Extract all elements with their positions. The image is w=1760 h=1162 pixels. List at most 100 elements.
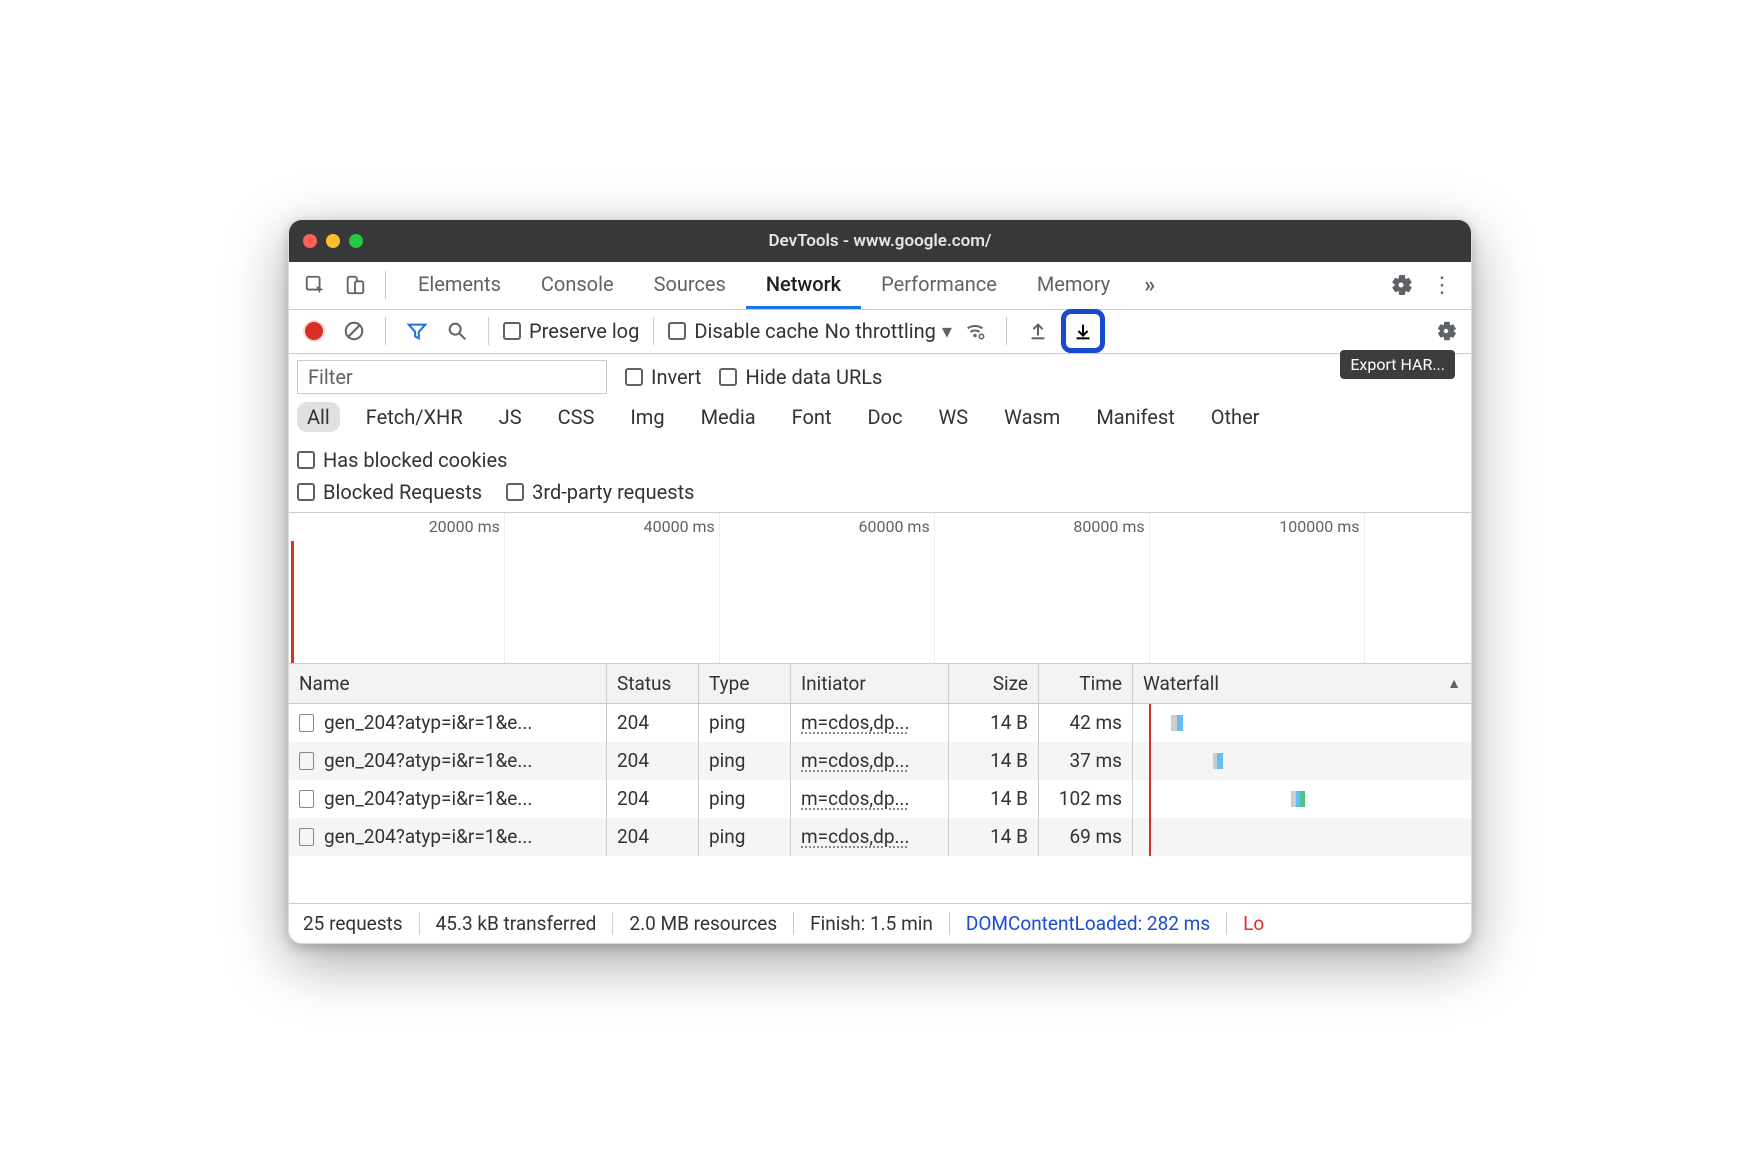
requests-table: Name Status Type Initiator Size Time Wat… bbox=[289, 664, 1471, 903]
disable-cache-checkbox[interactable]: Disable cache bbox=[668, 319, 818, 343]
timeline-overview[interactable]: 20000 ms40000 ms60000 ms80000 ms100000 m… bbox=[289, 512, 1471, 664]
waterfall-cell bbox=[1143, 704, 1461, 742]
request-type: ping bbox=[699, 704, 791, 742]
zoom-window-button[interactable] bbox=[349, 234, 363, 248]
timeline-gridline bbox=[1364, 513, 1365, 663]
filter-chip-js[interactable]: JS bbox=[489, 402, 532, 432]
hide-data-urls-checkbox[interactable]: Hide data URLs bbox=[719, 365, 882, 389]
request-type: ping bbox=[699, 742, 791, 780]
filter-chip-media[interactable]: Media bbox=[691, 402, 766, 432]
filter-chip-img[interactable]: Img bbox=[620, 402, 674, 432]
devtools-window: DevTools - www.google.com/ ElementsConso… bbox=[288, 219, 1472, 944]
network-conditions-icon[interactable] bbox=[958, 314, 992, 348]
request-type: ping bbox=[699, 818, 791, 856]
request-name: gen_204?atyp=i&r=1&e... bbox=[324, 711, 532, 734]
timeline-gridline bbox=[719, 513, 720, 663]
tab-performance[interactable]: Performance bbox=[861, 262, 1017, 309]
request-initiator[interactable]: m=cdos,dp... bbox=[801, 711, 910, 734]
invert-checkbox[interactable]: Invert bbox=[625, 365, 701, 389]
network-settings-icon[interactable] bbox=[1429, 314, 1463, 348]
file-icon bbox=[299, 714, 314, 732]
request-time: 42 ms bbox=[1039, 704, 1133, 742]
table-body: gen_204?atyp=i&r=1&e...204pingm=cdos,dp.… bbox=[289, 704, 1471, 903]
toggle-device-toolbar-icon[interactable] bbox=[337, 267, 373, 303]
filter-chip-font[interactable]: Font bbox=[782, 402, 842, 432]
request-status: 204 bbox=[607, 742, 699, 780]
export-har-highlight bbox=[1061, 309, 1105, 353]
tab-sources[interactable]: Sources bbox=[634, 262, 746, 309]
hide-data-urls-label: Hide data URLs bbox=[745, 365, 882, 389]
preserve-log-label: Preserve log bbox=[529, 319, 639, 343]
more-tabs-button[interactable]: » bbox=[1134, 273, 1165, 298]
timeline-tick-label: 60000 ms bbox=[859, 517, 934, 536]
inspect-element-icon[interactable] bbox=[297, 267, 333, 303]
request-name: gen_204?atyp=i&r=1&e... bbox=[324, 787, 532, 810]
timeline-tick-label: 40000 ms bbox=[644, 517, 719, 536]
request-size: 14 B bbox=[949, 742, 1039, 780]
clear-icon[interactable] bbox=[337, 314, 371, 348]
filter-chip-all[interactable]: All bbox=[297, 402, 340, 432]
titlebar: DevTools - www.google.com/ bbox=[289, 220, 1471, 262]
export-har-icon[interactable] bbox=[1068, 316, 1098, 346]
tab-network[interactable]: Network bbox=[746, 262, 861, 309]
preserve-log-checkbox[interactable]: Preserve log bbox=[503, 319, 639, 343]
request-name: gen_204?atyp=i&r=1&e... bbox=[324, 825, 532, 848]
filter-chip-wasm[interactable]: Wasm bbox=[994, 402, 1070, 432]
column-header-status[interactable]: Status bbox=[607, 664, 699, 703]
filter-chip-doc[interactable]: Doc bbox=[858, 402, 913, 432]
filter-chip-css[interactable]: CSS bbox=[548, 402, 605, 432]
record-button[interactable] bbox=[297, 314, 331, 348]
minimize-window-button[interactable] bbox=[326, 234, 340, 248]
request-status: 204 bbox=[607, 704, 699, 742]
column-header-waterfall[interactable]: Waterfall ▲ bbox=[1133, 664, 1471, 703]
timeline-tick-label: 100000 ms bbox=[1279, 517, 1363, 536]
separator bbox=[385, 271, 386, 299]
close-window-button[interactable] bbox=[303, 234, 317, 248]
table-row[interactable]: gen_204?atyp=i&r=1&e... 204ping m=cdos,dp.… bbox=[289, 818, 1471, 856]
table-row[interactable]: gen_204?atyp=i&r=1&e...204pingm=cdos,dp.… bbox=[289, 742, 1471, 780]
settings-icon[interactable] bbox=[1383, 267, 1419, 303]
filter-icon[interactable] bbox=[400, 314, 434, 348]
separator bbox=[385, 317, 386, 345]
column-header-type[interactable]: Type bbox=[699, 664, 791, 703]
column-header-time[interactable]: Time bbox=[1039, 664, 1133, 703]
has-blocked-cookies-label: Has blocked cookies bbox=[323, 448, 507, 472]
tab-elements[interactable]: Elements bbox=[398, 262, 521, 309]
third-party-requests-checkbox[interactable]: 3rd-party requests bbox=[506, 480, 694, 504]
file-icon bbox=[299, 790, 314, 808]
column-header-initiator[interactable]: Initiator bbox=[791, 664, 949, 703]
request-status: 204 bbox=[607, 818, 699, 856]
filter-chip-ws[interactable]: WS bbox=[929, 402, 979, 432]
tab-memory[interactable]: Memory bbox=[1017, 262, 1130, 309]
search-icon[interactable] bbox=[440, 314, 474, 348]
request-initiator[interactable]: m=cdos,dp... bbox=[801, 787, 910, 810]
request-size: 14 B bbox=[949, 780, 1039, 818]
import-har-icon[interactable] bbox=[1021, 314, 1055, 348]
blocked-requests-checkbox[interactable]: Blocked Requests bbox=[297, 480, 482, 504]
table-header: Name Status Type Initiator Size Time Wat… bbox=[289, 664, 1471, 704]
table-row[interactable]: gen_204?atyp=i&r=1&e... 204ping m=cdos,dp.… bbox=[289, 704, 1471, 742]
filter-chip-fetch-xhr[interactable]: Fetch/XHR bbox=[356, 402, 473, 432]
throttling-select[interactable]: No throttling ▾ bbox=[825, 319, 952, 343]
filter-chip-other[interactable]: Other bbox=[1201, 402, 1270, 432]
column-header-name[interactable]: Name bbox=[289, 664, 607, 703]
status-finish: Finish: 1.5 min bbox=[794, 912, 950, 935]
request-initiator[interactable]: m=cdos,dp... bbox=[801, 825, 910, 848]
request-time: 37 ms bbox=[1039, 742, 1133, 780]
table-row[interactable]: gen_204?atyp=i&r=1&e...204pingm=cdos,dp.… bbox=[289, 780, 1471, 818]
filter-chip-manifest[interactable]: Manifest bbox=[1086, 402, 1184, 432]
column-header-size[interactable]: Size bbox=[949, 664, 1039, 703]
chevron-down-icon: ▾ bbox=[942, 319, 952, 343]
has-blocked-cookies-checkbox[interactable]: Has blocked cookies bbox=[297, 448, 507, 472]
more-options-icon[interactable]: ⋮ bbox=[1423, 273, 1461, 298]
filter-bar: Filter Invert Hide data URLs All Fetch/XH… bbox=[289, 354, 1471, 512]
tab-console[interactable]: Console bbox=[521, 262, 634, 309]
file-icon bbox=[299, 828, 314, 846]
request-time: 102 ms bbox=[1039, 780, 1133, 818]
separator bbox=[1006, 317, 1007, 345]
timeline-tick-label: 20000 ms bbox=[429, 517, 504, 536]
request-initiator[interactable]: m=cdos,dp... bbox=[801, 749, 910, 772]
request-type: ping bbox=[699, 780, 791, 818]
panel-tabs-row: ElementsConsoleSourcesNetworkPerformance… bbox=[289, 262, 1471, 310]
filter-input[interactable]: Filter bbox=[297, 360, 607, 394]
